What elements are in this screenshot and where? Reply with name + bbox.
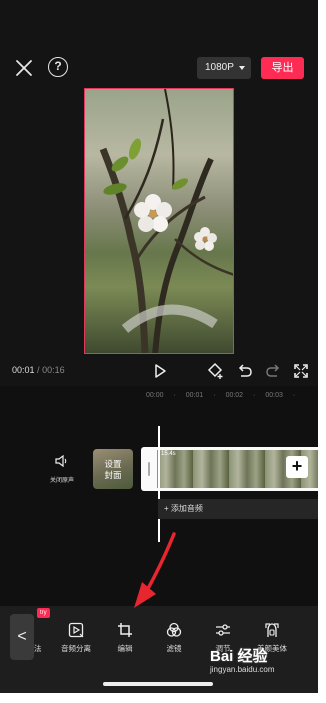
set-cover-button[interactable]: 设置 封面 [93, 449, 133, 489]
red-arrow-annotation [134, 532, 176, 608]
grip-line [148, 462, 150, 476]
ruler-tick: 00:02 [225, 392, 244, 399]
video-editor-screen: ? 1080P 导出 00:01 / 00:16 00:00 · 00:01 ·… [0, 0, 318, 693]
close-icon[interactable] [14, 58, 34, 78]
total-time: 00:16 [42, 365, 65, 375]
playhead[interactable] [158, 426, 160, 542]
current-time: 00:01 [12, 365, 35, 375]
clip-trim-handle[interactable] [141, 447, 157, 491]
keyframe-icon[interactable] [207, 362, 225, 380]
redo-icon[interactable] [264, 362, 282, 380]
partial-tool-label[interactable]: 法 [34, 643, 42, 654]
audio-separate-icon [68, 622, 84, 638]
caret-down-icon [239, 66, 245, 70]
resolution-value: 1080P [205, 62, 234, 73]
mute-original-label: 关闭原声 [49, 478, 74, 484]
time-display: 00:01 / 00:16 [12, 365, 65, 375]
watermark-brand: Bai 经验 [210, 648, 268, 665]
add-clip-button[interactable]: + [286, 456, 308, 478]
beauty-icon [265, 623, 279, 637]
tool-label: 编辑 [117, 644, 133, 653]
try-badge: try [37, 608, 50, 618]
home-indicator [103, 682, 213, 686]
tool-label: 滤镜 [166, 644, 182, 653]
ruler-dot: · [173, 392, 176, 399]
ruler-dot: · [253, 392, 256, 399]
mute-original-button[interactable]: 关闭原声 [46, 454, 78, 484]
playback-controls: 00:01 / 00:16 [0, 360, 318, 382]
ruler-tick: 00:03 [265, 392, 283, 399]
speaker-icon [55, 454, 67, 468]
help-button[interactable]: ? [48, 57, 68, 77]
time-ruler: 00:00 · 00:01 · 00:02 · 00:03 · [146, 392, 303, 399]
resolution-dropdown[interactable]: 1080P [197, 57, 251, 79]
tool-audio-separate[interactable]: 音频分离 [54, 622, 98, 654]
fullscreen-icon[interactable] [292, 362, 310, 380]
crop-icon [118, 623, 132, 637]
baidu-watermark: Bai 经验 jingyan.baidu.com [210, 645, 318, 674]
ruler-tick: 00:01 [185, 392, 204, 399]
ruler-dot: · [292, 392, 296, 399]
watermark-url: jingyan.baidu.com [210, 665, 275, 674]
clip-duration: 15.4s [161, 451, 176, 457]
time-separator: / [37, 365, 40, 375]
tool-label: 音频分离 [61, 644, 91, 653]
ruler-tick: 00:00 [146, 392, 164, 399]
video-preview[interactable] [84, 88, 234, 354]
ruler-dot: · [213, 392, 216, 399]
set-cover-label: 设置 封面 [104, 459, 122, 480]
filter-icon [166, 622, 182, 637]
play-icon[interactable] [151, 362, 169, 380]
add-audio-button[interactable]: + 添加音频 [158, 499, 318, 519]
tool-filter[interactable]: 滤镜 [152, 622, 196, 654]
undo-icon[interactable] [236, 362, 254, 380]
toolbar-back-button[interactable]: < [10, 614, 34, 660]
top-bar: ? 1080P 导出 [0, 52, 318, 82]
tool-edit[interactable]: 编辑 [103, 622, 147, 654]
preview-image [99, 89, 233, 353]
export-button[interactable]: 导出 [261, 57, 304, 79]
adjust-icon [216, 624, 230, 636]
